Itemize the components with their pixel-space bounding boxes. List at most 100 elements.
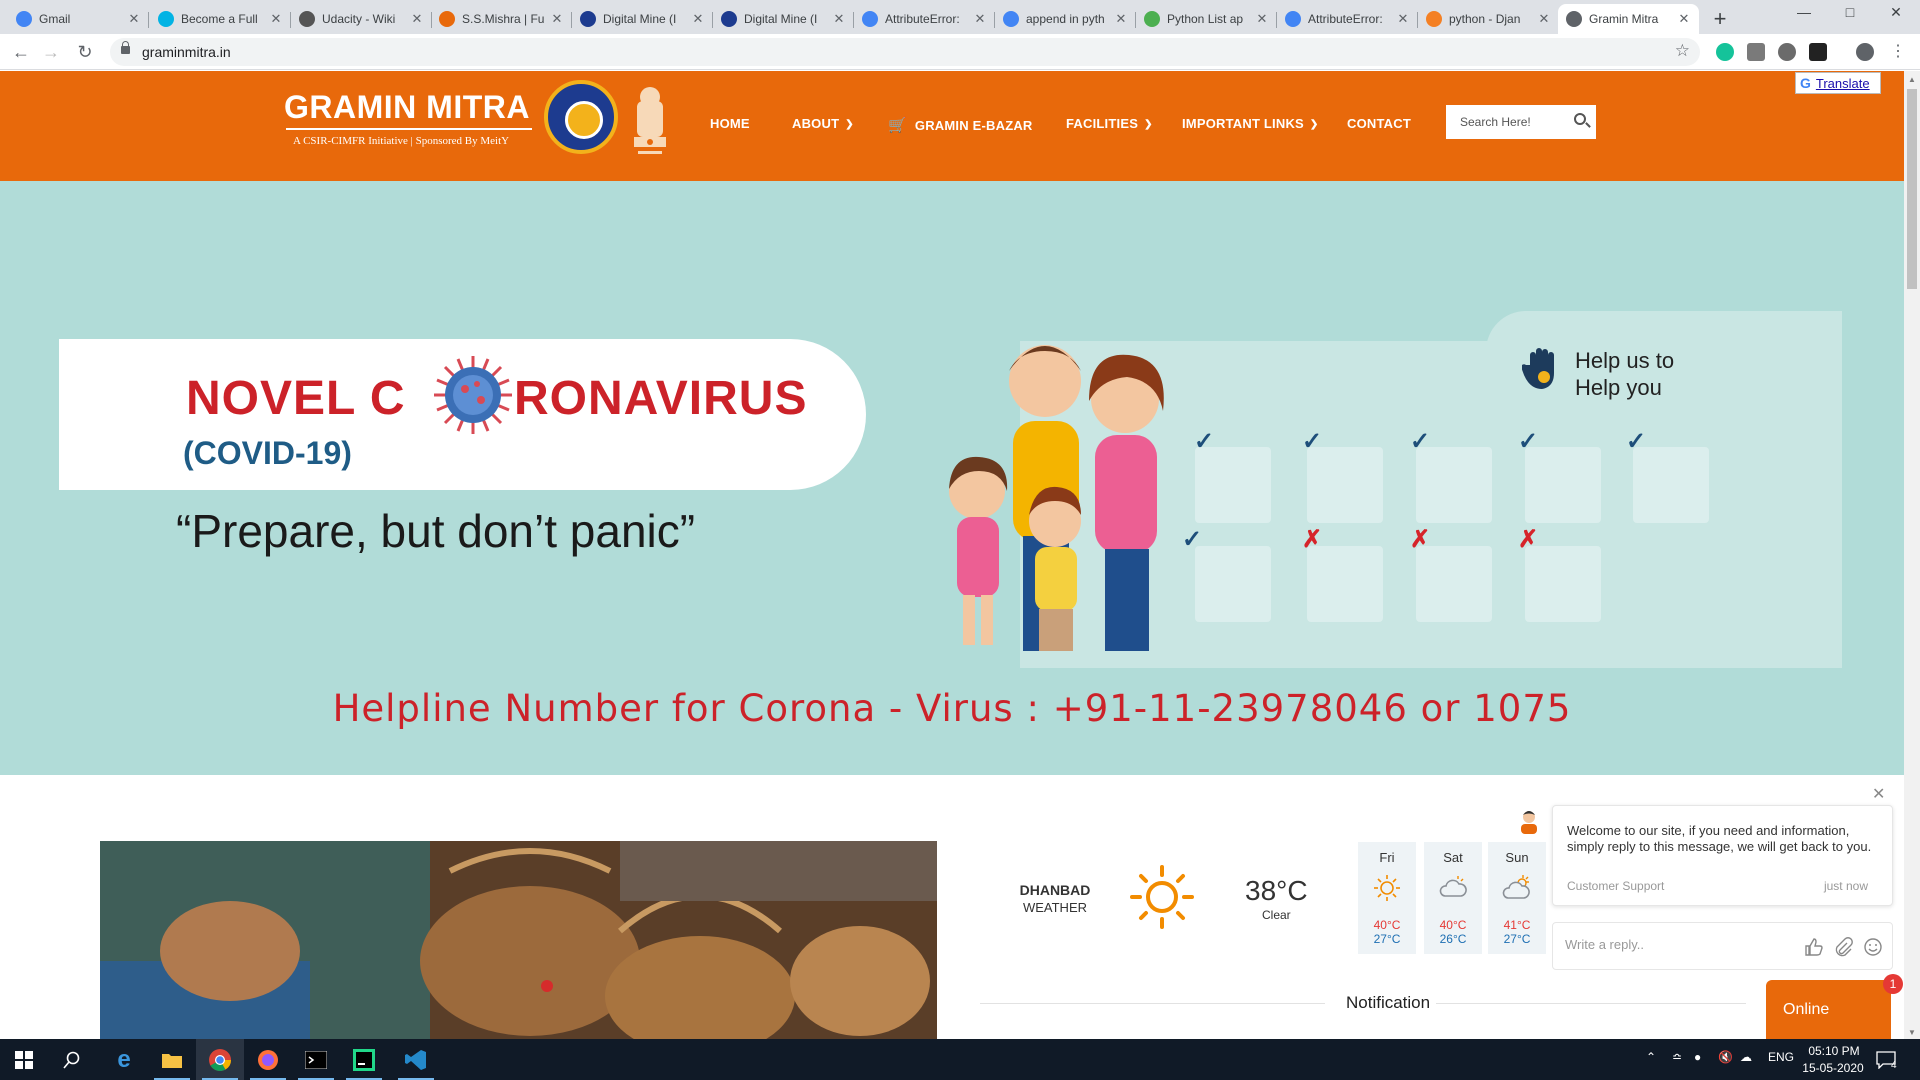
check-icon: ✓	[1626, 428, 1647, 455]
browser-tab[interactable]: Become a Full ✕	[150, 4, 291, 34]
divider	[980, 1003, 1325, 1004]
browser-tab[interactable]: Gmail ✕	[8, 4, 149, 34]
forward-button[interactable]: →	[39, 40, 63, 64]
banner-title-part2: RONAVIRUS	[514, 372, 808, 425]
close-tab-icon[interactable]: ✕	[1396, 11, 1410, 27]
cross-icon: ✗	[1302, 526, 1323, 553]
close-tab-icon[interactable]: ✕	[269, 11, 283, 27]
volume-muted-icon[interactable]: 🔇	[1718, 1050, 1733, 1064]
nav-facilities[interactable]: FACILITIES ❯	[1066, 116, 1153, 131]
page-scrollbar[interactable]: ▲ ▼	[1904, 71, 1920, 1039]
google-translate-widget[interactable]: G Translate	[1795, 72, 1881, 94]
network-icon[interactable]: ≏	[1672, 1050, 1682, 1064]
scrollbar-thumb[interactable]	[1907, 89, 1917, 289]
drive-extension-icon[interactable]	[1778, 43, 1796, 61]
site-search	[1446, 105, 1596, 139]
browser-tab[interactable]: Digital Mine (I ✕	[713, 4, 854, 34]
chat-message-card: Welcome to our site, if you need and inf…	[1552, 805, 1893, 906]
chevron-down-icon: ❯	[1144, 119, 1153, 130]
profile-avatar-icon[interactable]	[1856, 43, 1874, 61]
new-tab-button[interactable]: +	[1707, 6, 1733, 32]
minimize-button[interactable]: —	[1781, 4, 1827, 20]
tab-label: S.S.Mishra | Fu	[462, 12, 544, 26]
close-tab-icon[interactable]: ✕	[410, 11, 424, 27]
thumbs-up-icon[interactable]	[1803, 937, 1823, 957]
nav-about[interactable]: ABOUT ❯	[792, 116, 854, 131]
taskbar-search-button[interactable]	[48, 1039, 96, 1080]
taskbar-clock-time[interactable]: 05:10 PM	[1806, 1044, 1862, 1058]
site-logo-subtitle: A CSIR-CIMFR Initiative | Sponsored By M…	[293, 135, 510, 147]
grammarly-extension-icon[interactable]	[1716, 43, 1734, 61]
chat-reply-input[interactable]	[1565, 937, 1775, 952]
back-button[interactable]: ←	[9, 40, 33, 64]
browser-tab[interactable]: python - Djan ✕	[1418, 4, 1559, 34]
browser-tab[interactable]: append in pyth ✕	[995, 4, 1136, 34]
omnibox[interactable]: graminmitra.in ☆	[110, 38, 1700, 66]
browser-tab[interactable]: Udacity - Wiki ✕	[291, 4, 432, 34]
nav-gramin-e-bazar[interactable]: 🛒 GRAMIN E-BAZAR	[888, 116, 1033, 134]
start-button[interactable]	[0, 1039, 48, 1080]
lock-icon[interactable]	[121, 41, 130, 54]
action-center-button[interactable]: 4	[1866, 1039, 1906, 1080]
tab-label: python - Djan	[1449, 12, 1521, 26]
search-input[interactable]	[1446, 105, 1566, 139]
forecast-day-label: Fri	[1379, 850, 1395, 865]
close-tab-icon[interactable]: ✕	[1255, 11, 1269, 27]
antivirus-icon[interactable]: ●	[1694, 1050, 1701, 1064]
scroll-down-icon[interactable]: ▼	[1908, 1028, 1916, 1037]
edge-taskbar-icon[interactable]: e	[100, 1039, 148, 1080]
file-explorer-taskbar-icon[interactable]	[148, 1039, 196, 1080]
terminal-taskbar-icon[interactable]	[292, 1039, 340, 1080]
browser-tab[interactable]: Python List ap ✕	[1136, 4, 1277, 34]
attachment-icon[interactable]	[1833, 937, 1853, 957]
onedrive-icon[interactable]: ☁	[1740, 1050, 1752, 1064]
close-tab-icon[interactable]: ✕	[550, 11, 564, 27]
emoji-icon[interactable]	[1863, 937, 1883, 957]
cloud-sun-icon	[1502, 875, 1530, 899]
chrome-taskbar-icon[interactable]	[196, 1039, 244, 1080]
bookmark-star-icon[interactable]: ☆	[1675, 41, 1690, 61]
site-logo-title[interactable]: GRAMIN MITRA	[284, 89, 530, 126]
browser-tab[interactable]: Digital Mine (I ✕	[572, 4, 713, 34]
w3schools-icon	[1144, 11, 1160, 27]
close-tab-icon[interactable]: ✕	[127, 11, 141, 27]
close-icon[interactable]: ✕	[1872, 784, 1885, 804]
close-window-button[interactable]: ✕	[1873, 4, 1919, 21]
menu-kebab-icon[interactable]: ⋮	[1890, 41, 1906, 61]
google-g-icon: G	[1800, 75, 1811, 91]
chat-online-button[interactable]: Online	[1766, 980, 1891, 1039]
maximize-button[interactable]: □	[1827, 4, 1873, 20]
close-tab-icon[interactable]: ✕	[1114, 11, 1128, 27]
windows-taskbar: e ⌃ ≏ ● 🔇 ☁ ENG 05:10 PM 15-05-2020 4	[0, 1039, 1920, 1080]
close-tab-icon[interactable]: ✕	[973, 11, 987, 27]
nav-important-links[interactable]: IMPORTANT LINKS ❯	[1182, 116, 1319, 131]
browser-tab[interactable]: S.S.Mishra | Fu ✕	[431, 4, 572, 34]
extension-icon[interactable]	[1809, 43, 1827, 61]
family-illustration	[949, 345, 1164, 651]
screenshot-extension-icon[interactable]	[1747, 43, 1765, 61]
pycharm-taskbar-icon[interactable]	[340, 1039, 388, 1080]
covid-banner[interactable]: NOVEL C RONAVIRUS (COVID-19) “Prepare, b…	[0, 181, 1904, 775]
show-hidden-icons-chevron-icon[interactable]: ⌃	[1646, 1050, 1656, 1064]
cover-cough-tile	[1633, 447, 1709, 523]
taskbar-clock-date[interactable]: 15-05-2020	[1800, 1061, 1866, 1075]
firefox-taskbar-icon[interactable]	[244, 1039, 292, 1080]
nav-home[interactable]: HOME	[710, 116, 750, 131]
close-tab-icon[interactable]: ✕	[691, 11, 705, 27]
close-tab-icon[interactable]: ✕	[1537, 11, 1551, 27]
browser-tab[interactable]: AttributeError: ✕	[854, 4, 995, 34]
translate-link[interactable]: Translate	[1816, 76, 1870, 91]
scroll-up-icon[interactable]: ▲	[1908, 75, 1916, 84]
browser-tab[interactable]: Gramin Mitra ✕	[1558, 4, 1699, 34]
url-text[interactable]: graminmitra.in	[142, 44, 231, 60]
close-tab-icon[interactable]: ✕	[832, 11, 846, 27]
no-face-touch-tile	[1416, 546, 1492, 622]
vscode-taskbar-icon[interactable]	[392, 1039, 440, 1080]
close-tab-icon[interactable]: ✕	[1677, 11, 1691, 27]
reload-button[interactable]: ↻	[73, 40, 97, 64]
search-icon[interactable]	[1574, 113, 1586, 125]
input-language[interactable]: ENG	[1768, 1050, 1794, 1064]
browser-tab[interactable]: AttributeError: ✕	[1277, 4, 1418, 34]
nav-contact[interactable]: CONTACT	[1347, 116, 1411, 131]
google-icon	[1003, 11, 1019, 27]
